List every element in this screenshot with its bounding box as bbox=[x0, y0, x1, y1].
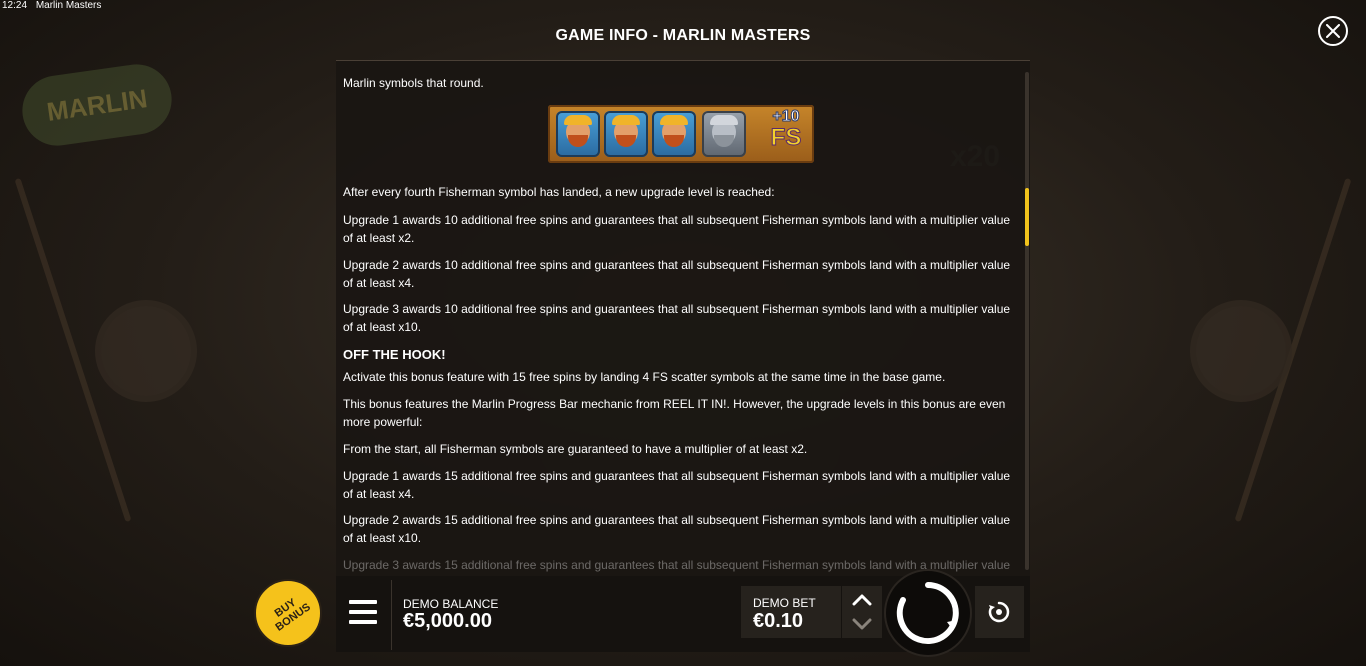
info-paragraph: Upgrade 1 awards 15 additional free spin… bbox=[343, 469, 1011, 501]
fishing-reel-right bbox=[1190, 300, 1292, 402]
scrollbar-thumb[interactable] bbox=[1025, 188, 1029, 246]
free-spins-badge: +10 FS bbox=[760, 108, 812, 160]
info-paragraph: Upgrade 2 awards 10 additional free spin… bbox=[343, 258, 1011, 290]
menu-icon bbox=[349, 600, 377, 604]
menu-button[interactable] bbox=[349, 600, 377, 624]
fisherman-symbol bbox=[604, 111, 648, 157]
scrollbar[interactable] bbox=[1025, 72, 1029, 570]
clock: 12:24 bbox=[2, 0, 28, 11]
fisherman-symbols-strip: +10 FS bbox=[548, 105, 814, 163]
info-paragraph: From the start, all Fisherman symbols ar… bbox=[343, 442, 808, 456]
section-heading: OFF THE HOOK! bbox=[343, 347, 446, 362]
autoplay-icon bbox=[988, 601, 1010, 623]
app-name: Marlin Masters bbox=[35, 0, 102, 11]
game-logo: MARLIN bbox=[17, 59, 177, 151]
close-icon bbox=[1326, 24, 1340, 38]
spin-icon bbox=[896, 582, 959, 644]
bet-stepper[interactable] bbox=[842, 586, 882, 638]
balance-value: €5,000.00 bbox=[403, 610, 492, 632]
bet-label: DEMO BET bbox=[753, 596, 816, 610]
spin-button[interactable] bbox=[884, 569, 972, 657]
info-paragraph: Upgrade 2 awards 15 additional free spin… bbox=[343, 513, 1011, 545]
bet-increase-icon[interactable] bbox=[852, 594, 872, 606]
info-paragraph: After every fourth Fisherman symbol has … bbox=[343, 185, 775, 199]
bet-value: €0.10 bbox=[753, 610, 804, 632]
close-button[interactable] bbox=[1318, 16, 1348, 46]
autoplay-button[interactable] bbox=[975, 586, 1024, 638]
fisherman-symbol-grey bbox=[702, 111, 746, 157]
page-title: GAME INFO - MARLIN MASTERS bbox=[555, 27, 811, 44]
fisherman-symbol bbox=[556, 111, 600, 157]
info-paragraph: This bonus features the Marlin Progress … bbox=[343, 397, 1006, 429]
divider bbox=[391, 580, 392, 650]
info-paragraph: Marlin symbols that round. bbox=[343, 76, 484, 90]
system-status: 12:24 Marlin Masters bbox=[2, 0, 107, 11]
info-paragraph: Upgrade 3 awards 10 additional free spin… bbox=[343, 302, 1011, 334]
free-spins-label: FS bbox=[770, 124, 802, 152]
balance-label: DEMO BALANCE bbox=[403, 597, 499, 611]
fisherman-symbol bbox=[652, 111, 696, 157]
info-paragraph: Upgrade 1 awards 10 additional free spin… bbox=[343, 213, 1011, 245]
buy-bonus-button[interactable]: BUY BONUS bbox=[254, 579, 322, 647]
info-paragraph: Activate this bonus feature with 15 free… bbox=[343, 370, 946, 384]
fishing-reel-left bbox=[95, 300, 197, 402]
bet-decrease-icon[interactable] bbox=[852, 618, 872, 630]
bet-display[interactable]: DEMO BET €0.10 bbox=[741, 586, 841, 638]
buy-bonus-label: BUY BONUS bbox=[272, 596, 313, 634]
